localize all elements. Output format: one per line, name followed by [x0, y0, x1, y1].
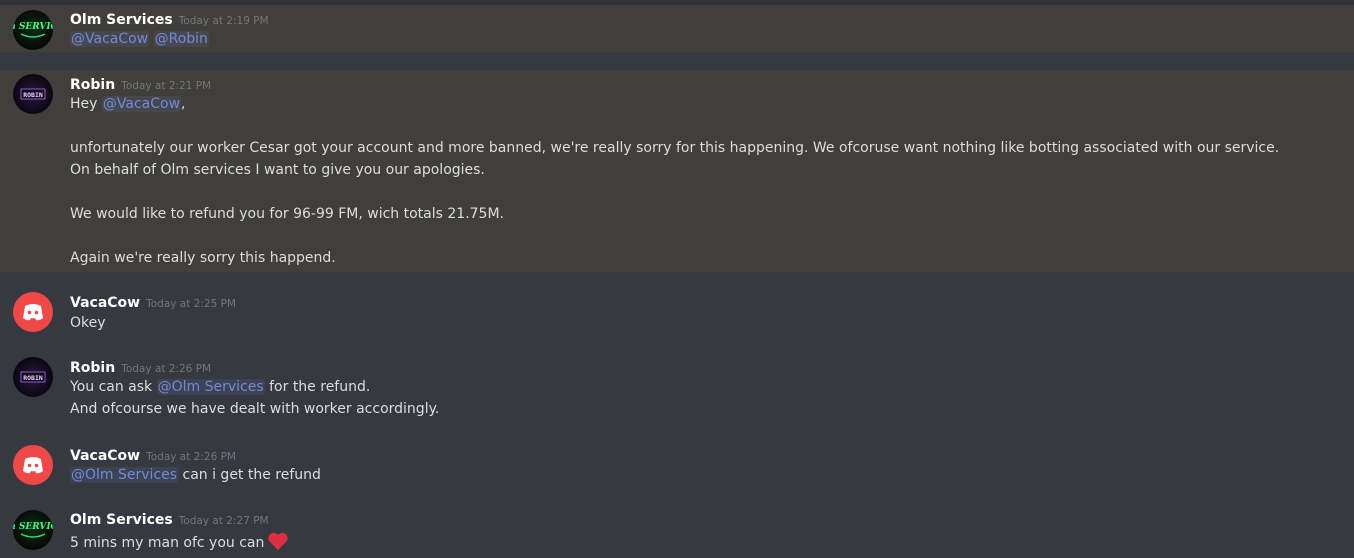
message-line: And ofcourse we have dealt with worker a…: [70, 401, 440, 417]
message-line: On behalf of Olm services I want to give…: [70, 162, 485, 178]
avatar[interactable]: Olm SERVICES: [13, 10, 53, 50]
message: VacaCow Today at 2:25 PM Okey: [0, 286, 1354, 336]
avatar-logo-text: Olm SERVICES: [13, 522, 53, 532]
text-segment: 5 mins my man ofc you can: [70, 535, 265, 551]
text-segment: can i get the refund: [178, 467, 321, 483]
avatar-logo-text: ROBIN: [23, 374, 43, 382]
text-segment: You can ask: [70, 379, 157, 395]
olm-services-logo-icon: Olm SERVICES: [13, 522, 53, 538]
message-line: You can ask @Olm Services for the refund…: [70, 379, 370, 395]
avatar[interactable]: [13, 292, 53, 332]
author-name[interactable]: VacaCow: [70, 448, 140, 464]
avatar[interactable]: ROBIN: [13, 357, 53, 397]
discord-logo-icon: [23, 304, 43, 321]
message: ROBIN Robin Today at 2:26 PM You can ask …: [0, 351, 1354, 423]
avatar-logo-text: ROBIN: [23, 91, 43, 99]
message-header: VacaCow Today at 2:25 PM: [70, 292, 236, 311]
heart-icon[interactable]: [267, 531, 289, 555]
mention[interactable]: @VacaCow: [70, 31, 150, 47]
message-line: Hey @VacaCow,: [70, 96, 185, 112]
message-header: Robin Today at 2:21 PM: [70, 74, 211, 93]
author-name[interactable]: Robin: [70, 360, 115, 376]
text-segment: for the refund.: [264, 379, 371, 395]
message: Olm SERVICES Olm Services Today at 2:27 P…: [0, 503, 1354, 558]
avatar[interactable]: [13, 445, 53, 485]
timestamp: Today at 2:25 PM: [146, 298, 236, 310]
mention[interactable]: @VacaCow: [101, 96, 182, 112]
message-line: 5 mins my man ofc you can: [70, 531, 289, 555]
robin-logo-icon: ROBIN: [20, 371, 46, 383]
avatar-logo-text: Olm SERVICES: [13, 22, 53, 32]
mention[interactable]: @Olm Services: [70, 467, 179, 483]
text-segment: ,: [181, 96, 186, 112]
message-header: VacaCow Today at 2:26 PM: [70, 445, 236, 464]
mention[interactable]: @Robin: [153, 31, 209, 47]
text-segment: Hey: [70, 96, 102, 112]
timestamp: Today at 2:26 PM: [146, 451, 236, 463]
message-line: unfortunately our worker Cesar got your …: [70, 140, 1280, 156]
avatar[interactable]: ROBIN: [13, 74, 53, 114]
message-line: We would like to refund you for 96-99 FM…: [70, 206, 504, 222]
message-line: @VacaCow @Robin: [70, 31, 209, 47]
message-header: Olm Services Today at 2:27 PM: [70, 509, 269, 528]
author-name[interactable]: Olm Services: [70, 512, 173, 528]
message-header: Olm Services Today at 2:19 PM: [70, 9, 269, 28]
author-name[interactable]: Robin: [70, 77, 115, 93]
timestamp: Today at 2:19 PM: [178, 15, 269, 27]
discord-logo-icon: [23, 457, 43, 474]
avatar[interactable]: Olm SERVICES: [13, 510, 53, 550]
message: VacaCow Today at 2:26 PM @Olm Services ca…: [0, 439, 1354, 489]
message: ROBIN Robin Today at 2:21 PM Hey @VacaCow…: [0, 70, 1354, 272]
message-line: Again we're really sorry this happend.: [70, 250, 336, 266]
author-name[interactable]: Olm Services: [70, 12, 173, 28]
timestamp: Today at 2:27 PM: [178, 515, 269, 527]
message: Olm SERVICES Olm Services Today at 2:19 P…: [0, 5, 1354, 52]
robin-logo-icon: ROBIN: [20, 88, 46, 100]
mention[interactable]: @Olm Services: [156, 379, 265, 395]
message-line: Okey: [70, 315, 106, 331]
timestamp: Today at 2:21 PM: [121, 80, 212, 92]
message-header: Robin Today at 2:26 PM: [70, 357, 211, 376]
timestamp: Today at 2:26 PM: [121, 363, 212, 375]
olm-services-logo-icon: Olm SERVICES: [13, 22, 53, 38]
author-name[interactable]: VacaCow: [70, 295, 140, 311]
message-line: @Olm Services can i get the refund: [70, 467, 321, 483]
